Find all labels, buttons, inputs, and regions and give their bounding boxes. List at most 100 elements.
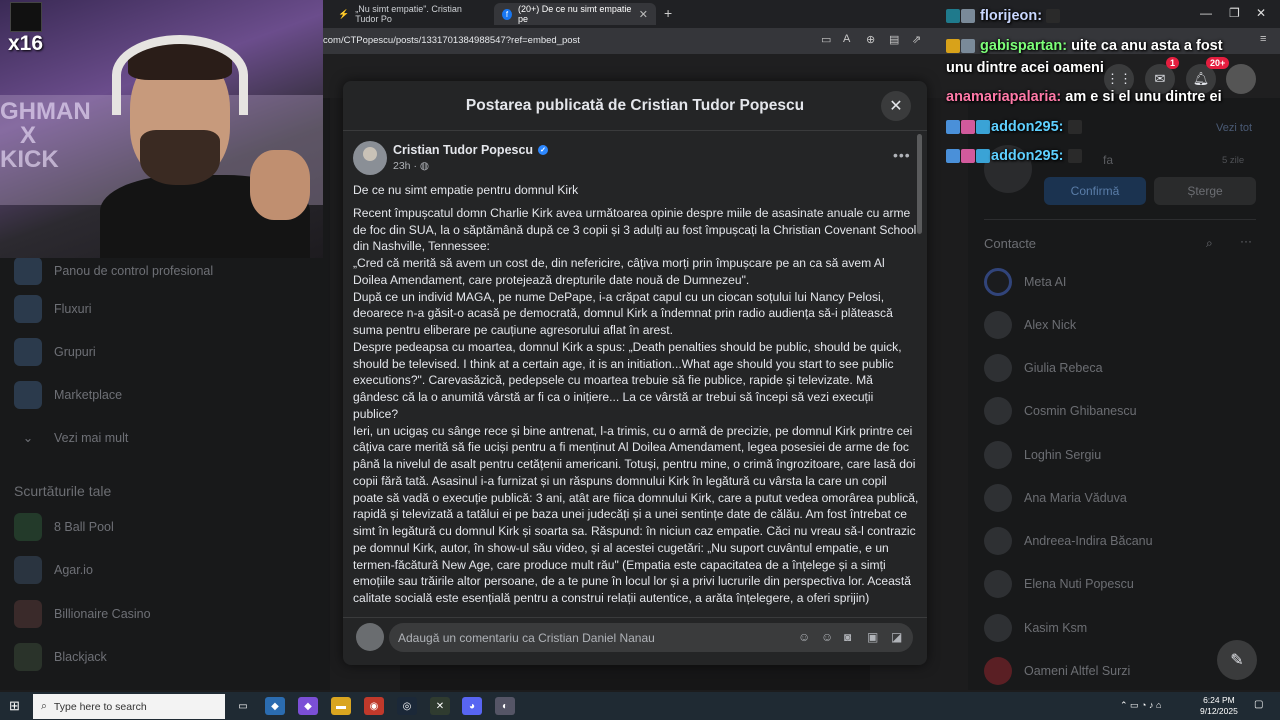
- app-icon[interactable]: ◆: [298, 697, 318, 715]
- gif-icon[interactable]: ▣: [867, 630, 878, 644]
- steam-icon[interactable]: ◎: [397, 697, 417, 715]
- avatar-sticker-icon[interactable]: ☺: [798, 630, 810, 644]
- contacts-heading: Contacte: [984, 236, 1037, 251]
- taskbar-search[interactable]: ⌕ Type here to search: [33, 694, 225, 719]
- url-input[interactable]: com/CTPopescu/posts/1331701384988547?ref…: [323, 35, 580, 46]
- sidebar-item-marketplace[interactable]: Marketplace: [14, 381, 122, 409]
- system-tray-icons[interactable]: ⌃ ▭ ◔ ♪ ⌂: [1120, 700, 1161, 711]
- emote-icon: [946, 9, 960, 24]
- friend-request-name: fa: [1103, 153, 1114, 167]
- post-paragraph: Ieri, un ucigaș cu sânge rece și bine an…: [353, 423, 919, 606]
- author-name[interactable]: Cristian Tudor Popescu ✓: [393, 143, 549, 157]
- contact-item[interactable]: Loghin Sergiu: [984, 441, 1101, 469]
- new-tab-icon[interactable]: +: [664, 5, 672, 21]
- avatar[interactable]: [353, 141, 387, 175]
- sidebar-item-label: Panou de control profesional: [54, 264, 214, 278]
- minimize-icon[interactable]: —: [1200, 6, 1212, 20]
- sticker-icon[interactable]: ◪: [891, 630, 902, 644]
- translate-icon[interactable]: A: [843, 33, 850, 45]
- avatar: [984, 527, 1012, 555]
- post-title: De ce nu simt empatie pentru domnul Kirk: [353, 183, 579, 197]
- close-icon[interactable]: ✕: [881, 91, 911, 121]
- more-options-icon[interactable]: •••: [893, 147, 911, 163]
- emoji-icon[interactable]: ☺: [821, 630, 833, 644]
- search-placeholder: Type here to search: [53, 700, 147, 713]
- chat-user: addon295:: [991, 148, 1064, 164]
- tab-facebook[interactable]: f (20+) De ce nu simt empatie pe ✕: [494, 3, 656, 25]
- game-icon: [14, 643, 42, 671]
- game-icon: [14, 600, 42, 628]
- avatar[interactable]: [356, 623, 384, 651]
- browser-icon[interactable]: ◉: [364, 697, 384, 715]
- verified-icon: ✓: [538, 145, 549, 155]
- read-mode-icon[interactable]: ▤: [889, 33, 899, 46]
- file-explorer-icon[interactable]: ▬: [331, 697, 351, 715]
- sidebar-item-feeds[interactable]: Fluxuri: [14, 295, 92, 323]
- tab-article[interactable]: ⚡ „Nu simt empatie". Cristian Tudor Po: [330, 3, 490, 25]
- browser-menu-icon[interactable]: ≡: [1260, 33, 1266, 45]
- more-icon[interactable]: ···: [1240, 234, 1252, 248]
- reader-icon[interactable]: ▭: [821, 33, 831, 46]
- contact-item[interactable]: Cosmin Ghibanescu: [984, 397, 1137, 425]
- contact-item[interactable]: Meta AI: [984, 268, 1066, 296]
- modal-title: Postarea publicată de Cristian Tudor Pop…: [343, 81, 927, 131]
- shortcut-agario[interactable]: Agar.io: [14, 556, 93, 584]
- contact-item[interactable]: Alex Nick: [984, 311, 1076, 339]
- shortcut-8-ball-pool[interactable]: 8 Ball Pool: [14, 513, 114, 541]
- restore-icon[interactable]: ❐: [1229, 6, 1240, 20]
- emote-icon: [1067, 120, 1082, 135]
- shortcut-label: 8 Ball Pool: [54, 520, 114, 534]
- task-view-icon[interactable]: ▭: [233, 697, 253, 715]
- xbox-icon[interactable]: ✕: [430, 697, 450, 715]
- cube-icon: [976, 149, 990, 164]
- emote-icon: [1046, 9, 1061, 24]
- comment-input[interactable]: Adaugă un comentariu ca Cristian Daniel …: [389, 623, 913, 652]
- feeds-icon: [14, 295, 42, 323]
- overlay-text: GHMAN X KICK: [0, 98, 91, 173]
- discord-icon[interactable]: ◕: [462, 697, 482, 715]
- sidebar-item-see-more[interactable]: ⌄ Vezi mai mult: [14, 424, 129, 452]
- close-window-icon[interactable]: ✕: [1256, 6, 1266, 20]
- author-name-text[interactable]: Cristian Tudor Popescu: [393, 143, 533, 157]
- divider: [984, 219, 1256, 220]
- app-icon[interactable]: ◐: [495, 697, 515, 715]
- confirm-button[interactable]: Confirmă: [1044, 177, 1146, 205]
- search-icon[interactable]: ⌕: [1206, 236, 1213, 251]
- scrollbar[interactable]: [917, 134, 922, 234]
- contact-item[interactable]: Ana Maria Văduva: [984, 484, 1127, 512]
- emote-icon: [1067, 149, 1082, 164]
- marketplace-icon: [14, 381, 42, 409]
- shortcut-label: Agar.io: [54, 563, 93, 577]
- copilot-icon[interactable]: ◆: [265, 697, 285, 715]
- contact-name: Cosmin Ghibanescu: [1024, 404, 1137, 418]
- sidebar-item-dashboard[interactable]: Panou de control profesional: [14, 257, 213, 285]
- delete-button[interactable]: Șterge: [1154, 177, 1256, 205]
- tab-label: (20+) De ce nu simt empatie pe: [518, 4, 632, 24]
- contact-name: Andreea-Indira Băcanu: [1024, 534, 1153, 548]
- taskbar-clock[interactable]: 6:24 PM 9/12/2025: [1200, 695, 1238, 717]
- zoom-icon[interactable]: ⊕: [866, 33, 875, 46]
- camera-icon[interactable]: ◙: [844, 630, 851, 644]
- sword-icon: [946, 120, 960, 135]
- chat-message: addon295:: [946, 145, 1083, 167]
- windows-start-icon[interactable]: ⊞: [9, 698, 20, 714]
- contact-item[interactable]: Andreea-Indira Băcanu: [984, 527, 1153, 555]
- contact-name: Oameni Altfel Surzi: [1024, 664, 1131, 678]
- post-time-text[interactable]: 23h: [393, 160, 411, 172]
- friend-request-time: 5 zile: [1222, 155, 1245, 166]
- contact-item[interactable]: Kasim Ksm: [984, 614, 1087, 642]
- chat-text: am e si el unu dintre ei: [1065, 89, 1222, 105]
- new-message-icon[interactable]: ✎: [1217, 640, 1257, 680]
- share-icon[interactable]: ⇗: [912, 33, 921, 46]
- shortcut-billionaire-casino[interactable]: Billionaire Casino: [14, 600, 151, 628]
- see-all-link[interactable]: Vezi tot: [1216, 122, 1252, 134]
- contact-item[interactable]: Giulia Rebeca: [984, 354, 1103, 382]
- notification-center-icon[interactable]: ▢: [1254, 699, 1263, 710]
- sidebar-item-label: Marketplace: [54, 388, 123, 402]
- chat-user: gabispartan:: [980, 38, 1068, 54]
- contact-item[interactable]: Elena Nuti Popescu: [984, 570, 1134, 598]
- contact-item[interactable]: Oameni Altfel Surzi: [984, 657, 1130, 685]
- close-icon[interactable]: ✕: [639, 8, 648, 21]
- shortcut-blackjack[interactable]: Blackjack: [14, 643, 107, 671]
- sidebar-item-groups[interactable]: Grupuri: [14, 338, 96, 366]
